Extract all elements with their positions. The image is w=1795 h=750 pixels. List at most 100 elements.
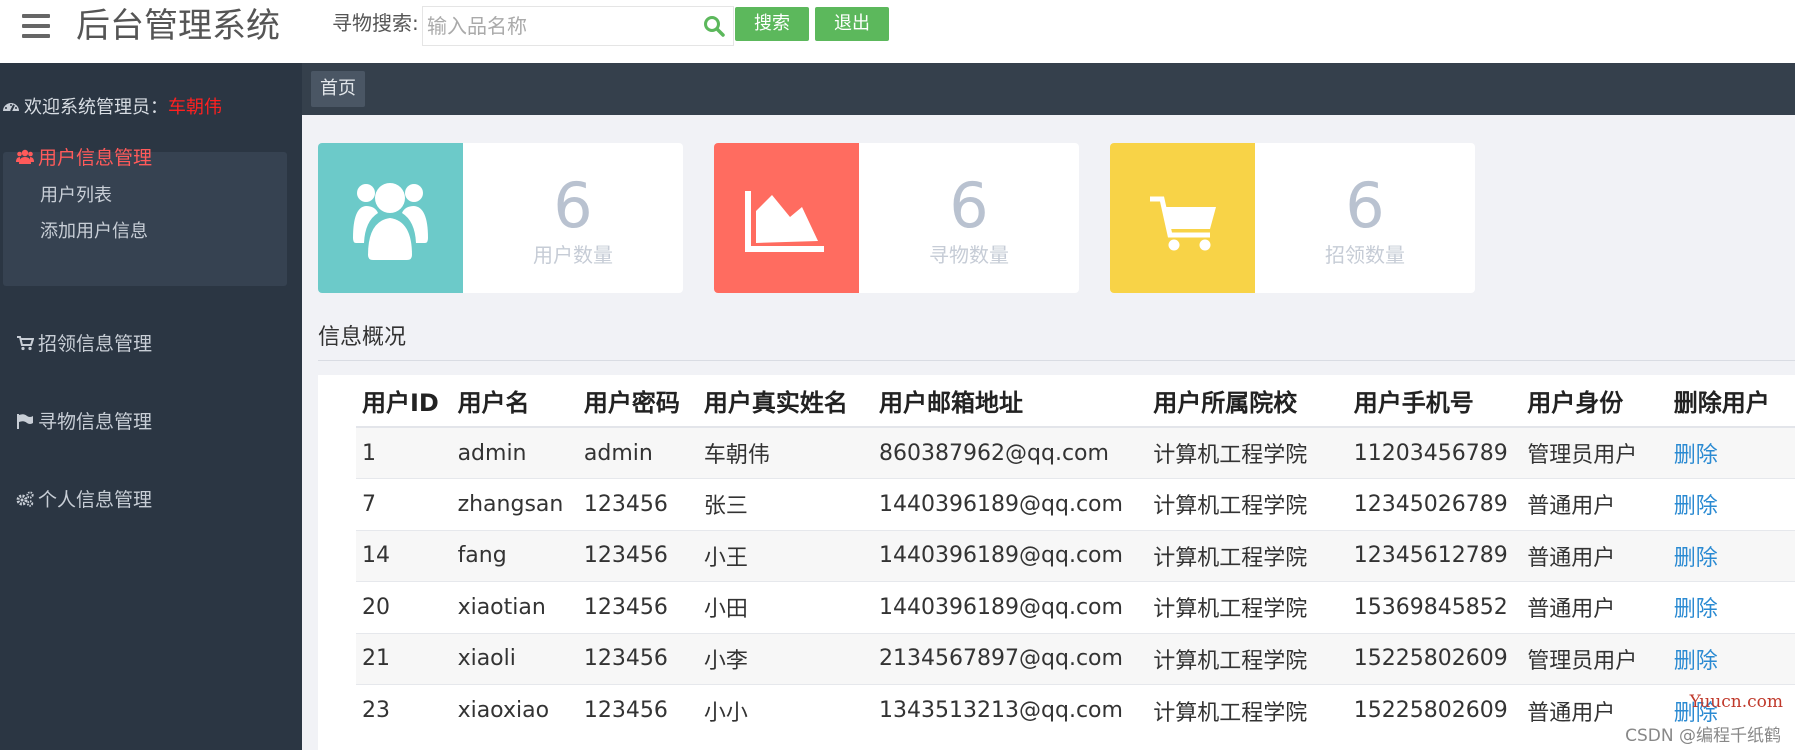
cell-email: 860387962@qq.com [873, 426, 1148, 479]
cell-username: xiaoli [451, 632, 578, 685]
cell-password: admin [577, 426, 698, 479]
cell-user-id: 7 [356, 478, 452, 530]
search-label: 寻物搜索: [332, 11, 419, 35]
menu-profile-management-label: 个人信息管理 [38, 489, 153, 511]
search-button[interactable]: 搜索 [735, 7, 809, 41]
dashboard-icon [3, 103, 19, 112]
cell-college: 计算机工程学院 [1147, 426, 1348, 479]
cell-real-name: 张三 [697, 478, 874, 530]
stat-icon-box-claims [1110, 143, 1255, 293]
cell-phone: 15225802609 [1347, 632, 1522, 685]
stat-icon-box-lost [714, 143, 859, 293]
breadcrumb-home[interactable]: 首页 [311, 71, 365, 107]
column-header: 用户邮箱地址 [873, 375, 1148, 428]
stat-users-value: 6 [553, 169, 593, 242]
cell-real-name: 小田 [697, 581, 874, 633]
cell-college: 计算机工程学院 [1147, 581, 1348, 633]
cell-username: admin [451, 426, 578, 479]
delete-user-link[interactable]: 删除 [1667, 581, 1795, 633]
cell-role: 管理员用户 [1521, 426, 1668, 479]
cell-email: 2134567897@qq.com [873, 632, 1148, 685]
users-icon [353, 183, 428, 260]
column-header: 删除用户 [1667, 375, 1795, 428]
overview-title: 信息概况 [318, 325, 407, 350]
cogs-icon [16, 490, 34, 507]
cell-phone: 12345026789 [1347, 478, 1522, 530]
cell-phone: 12345612789 [1347, 529, 1522, 582]
welcome-prefix: 欢迎系统管理员： [24, 97, 168, 118]
table-row: 7 zhangsan 123456 张三 1440396189@qq.com 计… [356, 478, 1795, 530]
cart-icon [17, 335, 34, 350]
cell-email: 1440396189@qq.com [873, 581, 1148, 633]
stat-card-claims[interactable]: 6 招领数量 [1110, 143, 1475, 293]
cell-real-name: 小王 [697, 529, 874, 582]
menu-profile-management[interactable]: 个人信息管理 [16, 485, 152, 512]
column-header: 用户ID [356, 375, 452, 428]
cell-password: 123456 [577, 581, 698, 633]
submenu-add-user[interactable]: 添加用户信息 [40, 217, 148, 243]
menu-claim-management[interactable]: 招领信息管理 [16, 329, 152, 356]
logout-button[interactable]: 退出 [815, 7, 889, 41]
cell-password: 123456 [577, 529, 698, 582]
cell-email: 1343513213@qq.com [873, 684, 1148, 736]
cell-user-id: 14 [356, 529, 452, 582]
column-header: 用户手机号 [1347, 375, 1522, 428]
stat-claims-value: 6 [1345, 169, 1385, 242]
admin-name: 车朝伟 [168, 97, 222, 118]
cell-real-name: 小李 [697, 632, 874, 685]
cell-college: 计算机工程学院 [1147, 529, 1348, 582]
flag-icon [17, 413, 33, 429]
user-table-container: 用户ID 用户名 用户密码 用户真实姓名 用户邮箱地址 用户所属院校 用户手机号… [318, 375, 1795, 750]
stat-card-users[interactable]: 6 用户数量 [318, 143, 683, 293]
stat-icon-box-users [318, 143, 463, 293]
cell-role: 管理员用户 [1521, 632, 1668, 685]
search-icon[interactable] [703, 15, 725, 37]
cart-icon [1150, 196, 1216, 251]
stat-card-lost-items[interactable]: 6 寻物数量 [714, 143, 1079, 293]
top-header: 后台管理系统 寻物搜索: 搜索 退出 [0, 0, 1795, 63]
area-chart-icon [745, 191, 824, 252]
cell-user-id: 20 [356, 581, 452, 633]
delete-user-link[interactable]: 删除 [1667, 478, 1795, 530]
stat-lost-value: 6 [949, 169, 989, 242]
app-title: 后台管理系统 [76, 6, 280, 46]
menu-user-management-label: 用户信息管理 [38, 147, 153, 169]
cell-username: xiaotian [451, 581, 578, 633]
sidebar: 欢迎系统管理员： 车朝伟 用户信息管理 用户列表 添加用户信息 招领信息管理 寻物… [0, 63, 302, 750]
search-input[interactable] [427, 11, 695, 41]
cell-phone: 15369845852 [1347, 581, 1522, 633]
cell-email: 1440396189@qq.com [873, 529, 1148, 582]
column-header: 用户身份 [1521, 375, 1668, 428]
cell-user-id: 23 [356, 684, 452, 736]
delete-user-link[interactable]: 删除 [1667, 632, 1795, 685]
cell-password: 123456 [577, 632, 698, 685]
main-content: 首页 6 用户数量 6 寻物数量 6 招领数量 信息概况 用户ID 用户名 用户… [302, 63, 1795, 750]
site-watermark: Yuucn.com [1689, 692, 1783, 712]
menu-user-management[interactable]: 用户信息管理 [16, 143, 152, 170]
menu-lost-management[interactable]: 寻物信息管理 [16, 407, 152, 434]
delete-user-link[interactable]: 删除 [1667, 426, 1795, 479]
delete-user-link[interactable]: 删除 [1667, 529, 1795, 582]
cell-college: 计算机工程学院 [1147, 478, 1348, 530]
cell-email: 1440396189@qq.com [873, 478, 1148, 530]
cell-college: 计算机工程学院 [1147, 632, 1348, 685]
column-header: 用户所属院校 [1147, 375, 1348, 428]
menu-toggle-icon[interactable] [22, 14, 50, 38]
cell-phone: 11203456789 [1347, 426, 1522, 479]
cell-user-id: 1 [356, 426, 452, 479]
cell-real-name: 车朝伟 [697, 426, 874, 479]
cell-real-name: 小小 [697, 684, 874, 736]
submenu-user-list[interactable]: 用户列表 [40, 181, 112, 207]
user-table: 用户ID 用户名 用户密码 用户真实姓名 用户邮箱地址 用户所属院校 用户手机号… [356, 375, 1795, 736]
table-row: 1 admin admin 车朝伟 860387962@qq.com 计算机工程… [356, 426, 1795, 479]
welcome-message: 欢迎系统管理员： 车朝伟 [2, 93, 222, 119]
cell-password: 123456 [577, 684, 698, 736]
search-box [422, 6, 734, 46]
stat-users-label: 用户数量 [533, 243, 613, 267]
cell-password: 123456 [577, 478, 698, 530]
table-row: 21 xiaoli 123456 小李 2134567897@qq.com 计算… [356, 632, 1795, 685]
cell-username: xiaoxiao [451, 684, 578, 736]
table-row: 20 xiaotian 123456 小田 1440396189@qq.com … [356, 581, 1795, 633]
cell-role: 普通用户 [1521, 529, 1668, 582]
column-header: 用户真实姓名 [697, 375, 874, 428]
